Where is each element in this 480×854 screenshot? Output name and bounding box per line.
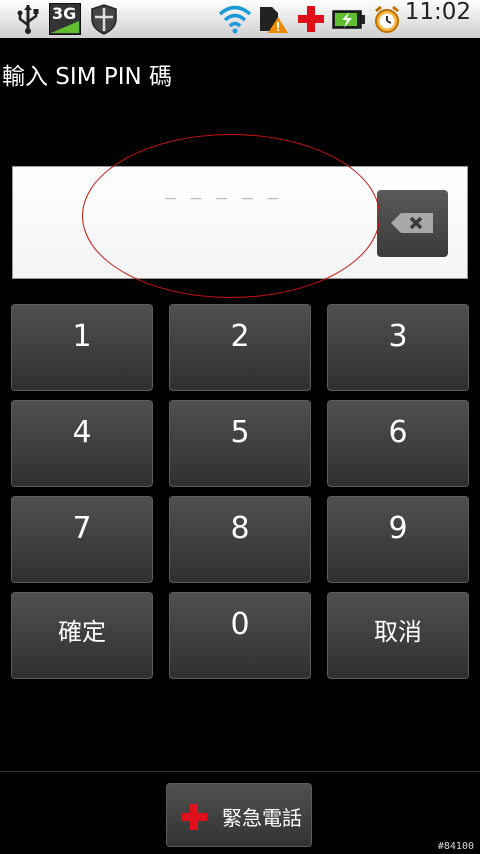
alarm-clock-icon xyxy=(375,5,399,33)
key-6[interactable]: 6 xyxy=(327,400,469,487)
status-time: 11:02 xyxy=(404,0,471,25)
key-label: 9 xyxy=(388,511,408,546)
confirm-button[interactable]: 確定 xyxy=(11,592,153,679)
battery-charging-icon xyxy=(332,10,365,29)
key-label: 8 xyxy=(230,511,250,546)
usb-icon xyxy=(17,5,39,34)
pin-input[interactable] xyxy=(93,203,373,253)
key-5[interactable]: 5 xyxy=(169,400,311,487)
wifi-icon xyxy=(218,5,252,34)
key-label: 0 xyxy=(230,607,250,642)
key-1[interactable]: 1 xyxy=(11,304,153,391)
key-2[interactable]: 2 xyxy=(169,304,311,391)
3g-signal-icon: 3G xyxy=(49,3,81,35)
key-4[interactable]: 4 xyxy=(11,400,153,487)
key-7[interactable]: 7 xyxy=(11,496,153,583)
emergency-call-label: 緊急電話 xyxy=(222,806,302,830)
key-3[interactable]: 3 xyxy=(327,304,469,391)
key-0[interactable]: 0 xyxy=(169,592,311,679)
pin-entry-panel: _ _ _ _ _ xyxy=(12,166,468,279)
cancel-button[interactable]: 取消 xyxy=(327,592,469,679)
emergency-cross-icon xyxy=(181,804,207,830)
key-9[interactable]: 9 xyxy=(327,496,469,583)
bottom-divider xyxy=(0,771,480,772)
page-title: 輸入 SIM PIN 碼 xyxy=(2,64,173,90)
key-8[interactable]: 8 xyxy=(169,496,311,583)
backspace-icon xyxy=(391,213,433,233)
key-label: 6 xyxy=(388,415,408,450)
status-bar: 3G 11:02 xyxy=(0,0,480,38)
key-label: 1 xyxy=(72,319,92,354)
watermark: #84100 xyxy=(437,841,474,852)
shield-icon xyxy=(91,4,117,35)
key-label: 取消 xyxy=(374,618,422,646)
key-label: 5 xyxy=(230,415,250,450)
emergency-call-button[interactable]: 緊急電話 xyxy=(166,783,312,847)
sd-card-warning-icon xyxy=(260,7,288,33)
pin-placeholder-dashes: _ _ _ _ _ xyxy=(165,179,281,200)
key-label: 4 xyxy=(72,415,92,450)
key-label: 3 xyxy=(388,319,408,354)
red-cross-icon xyxy=(298,6,324,32)
key-label: 2 xyxy=(230,319,250,354)
key-label: 7 xyxy=(72,511,92,546)
key-label: 確定 xyxy=(58,618,106,646)
backspace-button[interactable] xyxy=(377,190,448,257)
